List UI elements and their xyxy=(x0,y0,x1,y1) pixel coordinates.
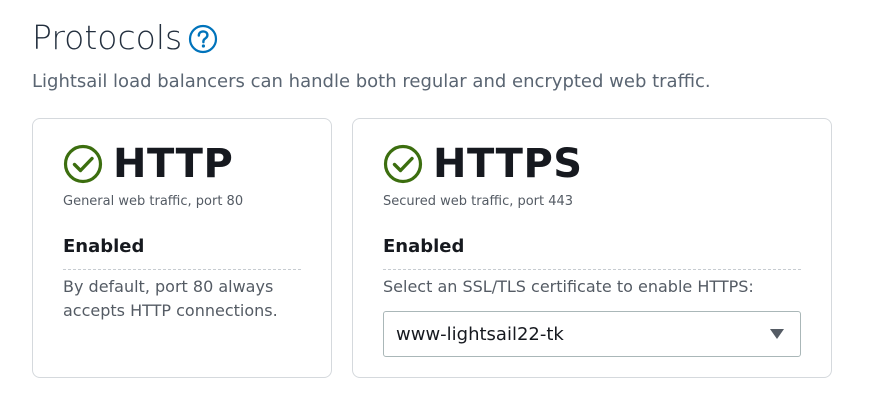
certificate-select-value: www-lightsail22-tk xyxy=(396,323,564,345)
http-card-title: HTTP xyxy=(113,141,234,187)
http-card-body: By default, port 80 always accepts HTTP … xyxy=(63,277,278,320)
http-divider xyxy=(63,269,301,270)
https-divider xyxy=(383,269,801,270)
http-card-header: HTTP xyxy=(63,141,233,187)
https-status-label: Enabled xyxy=(383,236,465,257)
section-title: Protocols xyxy=(32,18,183,57)
http-card: HTTP General web traffic, port 80 Enable… xyxy=(32,118,332,378)
http-status-label: Enabled xyxy=(63,236,145,257)
question-circle-icon[interactable] xyxy=(188,24,218,54)
https-card-title: HTTPS xyxy=(433,141,583,187)
certificate-select[interactable]: www-lightsail22-tk xyxy=(383,311,801,357)
title-row: Protocols xyxy=(32,16,218,60)
http-card-subtitle: General web traffic, port 80 xyxy=(63,194,244,209)
https-card-subtitle: Secured web traffic, port 443 xyxy=(383,194,574,209)
https-card: HTTPS Secured web traffic, port 443 Enab… xyxy=(352,118,832,378)
https-card-header: HTTPS xyxy=(383,141,583,187)
check-circle-icon xyxy=(383,144,423,184)
caret-down-icon xyxy=(770,329,784,339)
check-circle-icon xyxy=(63,144,103,184)
section-description: Lightsail load balancers can handle both… xyxy=(32,71,711,92)
https-card-body: Select an SSL/TLS certificate to enable … xyxy=(383,277,754,296)
protocols-section: Protocols Lightsail load balancers can h… xyxy=(0,0,892,416)
